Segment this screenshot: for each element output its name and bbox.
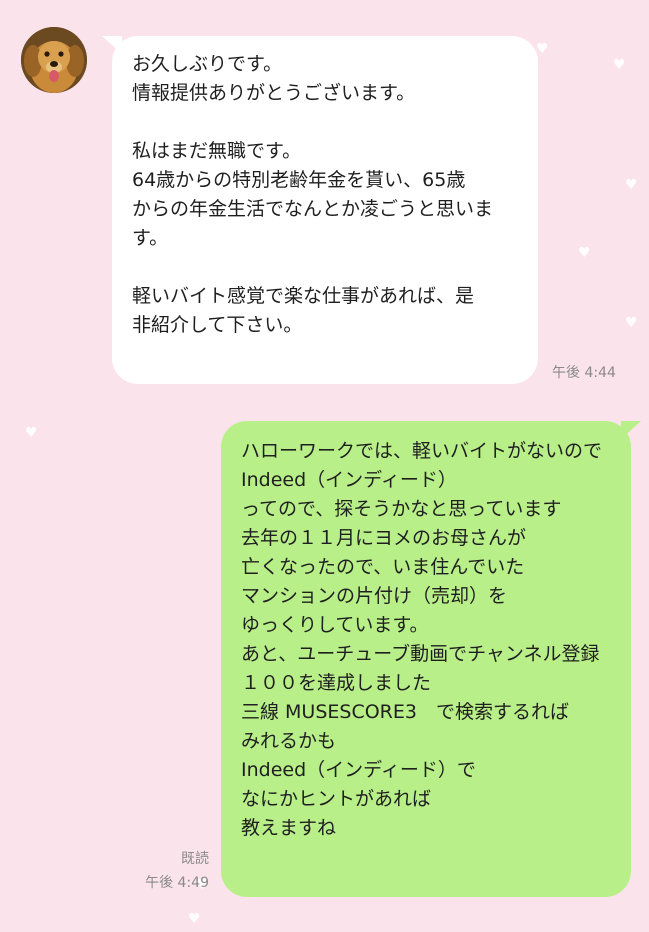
heart-decoration: ♥ (613, 57, 626, 73)
chat-area: ♥ ♥ ♥ ♥ ♥ ♥ ♥ ♥ お久しぶりです。 情報提供ありがとうございます。… (0, 0, 649, 932)
heart-decoration: ♥ (625, 177, 638, 193)
incoming-message-bubble[interactable]: お久しぶりです。 情報提供ありがとうございます。 私はまだ無職です。 64歳から… (102, 36, 538, 384)
dog-avatar-icon (21, 27, 87, 93)
read-receipt: 既読 (181, 851, 209, 867)
avatar[interactable] (21, 27, 87, 93)
heart-decoration: ♥ (25, 425, 38, 441)
heart-decoration: ♥ (536, 41, 549, 57)
incoming-message-time: 午後 4:44 (552, 365, 616, 381)
heart-decoration: ♥ (578, 245, 591, 261)
outgoing-message-meta: 既読 午後 4:49 (145, 847, 209, 895)
heart-decoration: ♥ (625, 315, 638, 331)
outgoing-message-time: 午後 4:49 (145, 875, 209, 891)
outgoing-message-bubble[interactable]: ハローワークでは、軽いバイトがないので Indeed（インディード） ってので、… (221, 421, 641, 897)
heart-decoration: ♥ (188, 911, 201, 927)
